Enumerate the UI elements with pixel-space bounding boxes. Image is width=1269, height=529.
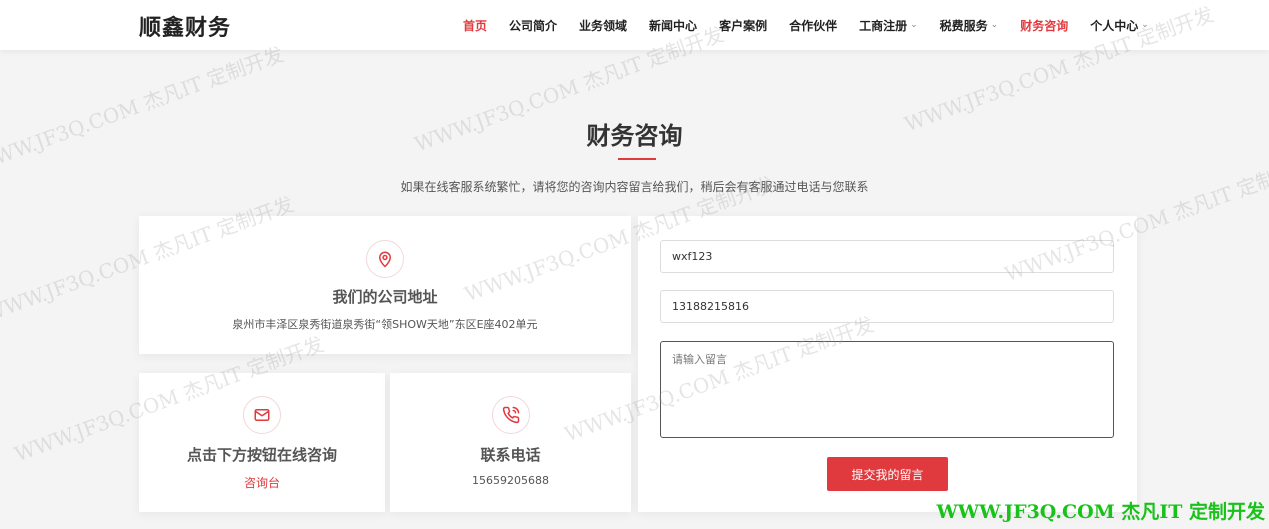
phone-input[interactable] — [660, 290, 1114, 323]
nav-item-partners[interactable]: 合作伙伴 — [789, 17, 837, 34]
nav-label: 首页 — [463, 18, 488, 33]
site-header: 顺鑫财务 首页 公司简介 业务领域 新闻中心 客户案例 合作伙伴 工商注册 ⌄ 税… — [0, 0, 1269, 50]
nav-item-tax[interactable]: 税费服务 ⌄ — [940, 17, 999, 34]
chevron-down-icon: ⌄ — [1141, 20, 1149, 30]
nav-label: 个人中心 — [1090, 18, 1139, 33]
watermark-banner: WWW.JF3Q.COM 杰凡IT 定制开发 — [936, 501, 1265, 523]
watermark-text: WWW.JF3Q.COM 杰凡IT 定制开发 — [0, 41, 287, 177]
nav-label: 合作伙伴 — [789, 18, 838, 33]
nav-item-registration[interactable]: 工商注册 ⌄ — [859, 17, 918, 34]
nav-item-business[interactable]: 业务领域 — [579, 17, 627, 34]
mail-icon — [243, 396, 281, 434]
phone-title: 联系电话 — [480, 446, 541, 464]
phone-card: 联系电话 15659205688 — [390, 373, 631, 512]
nav-item-about[interactable]: 公司简介 — [509, 17, 557, 34]
address-card: 我们的公司地址 泉州市丰泽区泉秀街道泉秀街“领SHOW天地”东区E座402单元 — [139, 216, 631, 354]
message-form: 提交我的留言 — [638, 216, 1137, 512]
online-consult-title: 点击下方按钮在线咨询 — [186, 446, 337, 464]
chevron-down-icon: ⌄ — [910, 20, 918, 30]
nav-label: 财务咨询 — [1020, 18, 1069, 33]
name-input[interactable] — [660, 240, 1114, 273]
phone-icon — [491, 396, 530, 434]
submit-message-button[interactable]: 提交我的留言 — [827, 457, 948, 491]
chevron-down-icon: ⌄ — [990, 20, 999, 30]
title-underline — [618, 158, 656, 160]
address-title: 我们的公司地址 — [332, 288, 438, 306]
nav-label: 工商注册 — [859, 18, 908, 33]
phone-number: 15659205688 — [472, 474, 549, 487]
nav-label: 税费服务 — [939, 18, 988, 33]
online-consult-card: 点击下方按钮在线咨询 咨询台 — [139, 373, 385, 512]
page-title: 财务咨询 — [586, 122, 683, 150]
nav-label: 新闻中心 — [649, 18, 698, 33]
nav-item-user-center[interactable]: 个人中心 ⌄ — [1090, 17, 1149, 34]
nav-label: 客户案例 — [719, 18, 768, 33]
consult-desk-link[interactable]: 咨询台 — [139, 474, 385, 491]
nav-item-consulting[interactable]: 财务咨询 — [1020, 17, 1068, 34]
nav-label: 公司简介 — [509, 18, 558, 33]
nav-item-home[interactable]: 首页 — [463, 17, 487, 34]
nav-label: 业务领域 — [579, 18, 628, 33]
address-text: 泉州市丰泽区泉秀街道泉秀街“领SHOW天地”东区E座402单元 — [232, 318, 538, 331]
page-subtitle: 如果在线客服系统繁忙，请将您的咨询内容留言给我们，稍后会有客服通过电话与您联系 — [400, 180, 869, 194]
main-nav: 首页 公司简介 业务领域 新闻中心 客户案例 合作伙伴 工商注册 ⌄ 税费服务 ⌄ … — [463, 0, 1171, 50]
map-pin-icon — [366, 240, 404, 278]
site-logo[interactable]: 顺鑫财务 — [139, 10, 231, 42]
nav-item-cases[interactable]: 客户案例 — [719, 17, 767, 34]
message-textarea[interactable] — [660, 341, 1114, 438]
nav-item-news[interactable]: 新闻中心 — [649, 17, 697, 34]
